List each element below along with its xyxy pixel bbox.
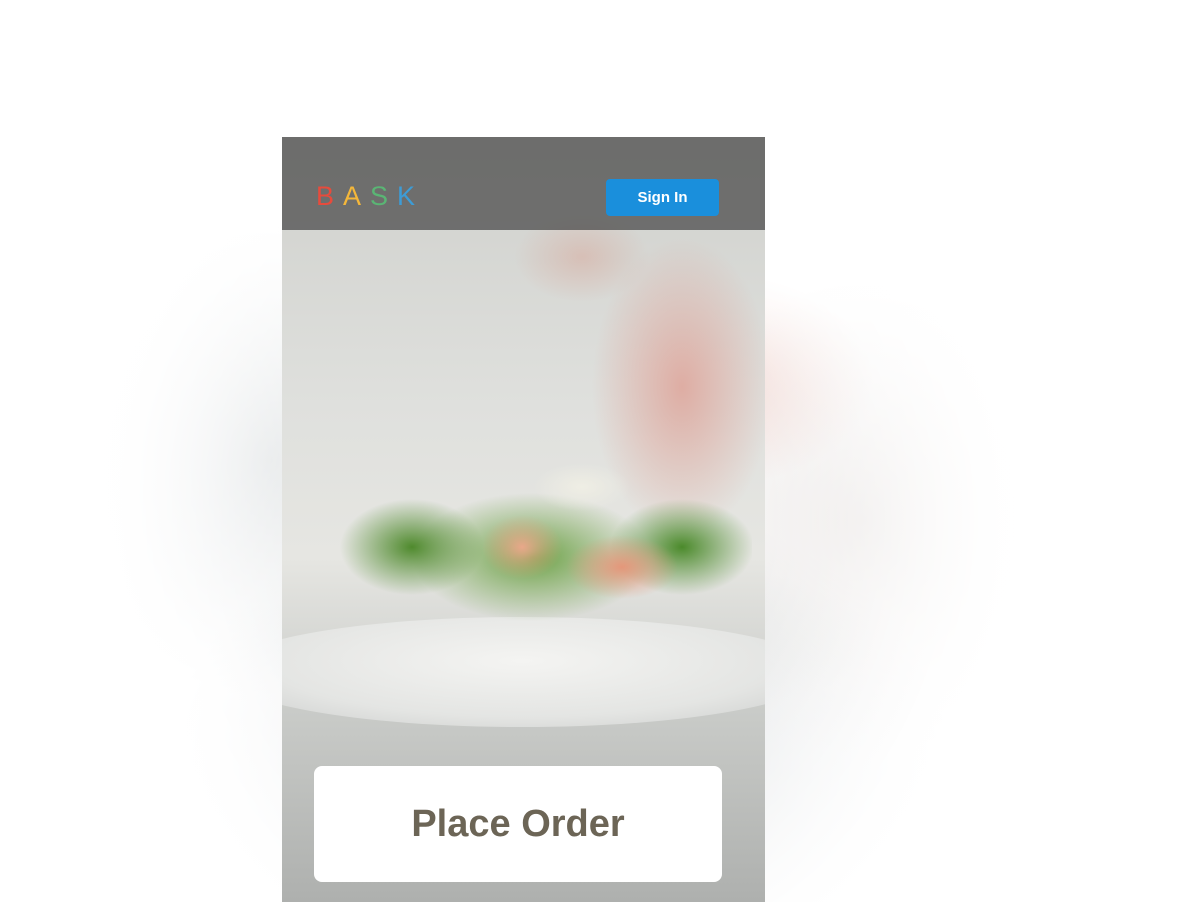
- place-order-button[interactable]: Place Order: [314, 766, 722, 882]
- app-screen: BASK Sign In Place Order: [0, 0, 1188, 902]
- logo-letter-a: A: [343, 181, 371, 211]
- phone-screen: BASK Sign In Place Order: [282, 137, 765, 902]
- sign-in-button[interactable]: Sign In: [606, 179, 719, 216]
- salad-image: [292, 437, 752, 637]
- logo-letter-k: K: [397, 181, 425, 211]
- bask-logo: BASK: [316, 181, 424, 211]
- logo-letter-b: B: [316, 181, 344, 211]
- logo-letter-s: S: [370, 181, 398, 211]
- top-bar: BASK Sign In: [282, 137, 765, 230]
